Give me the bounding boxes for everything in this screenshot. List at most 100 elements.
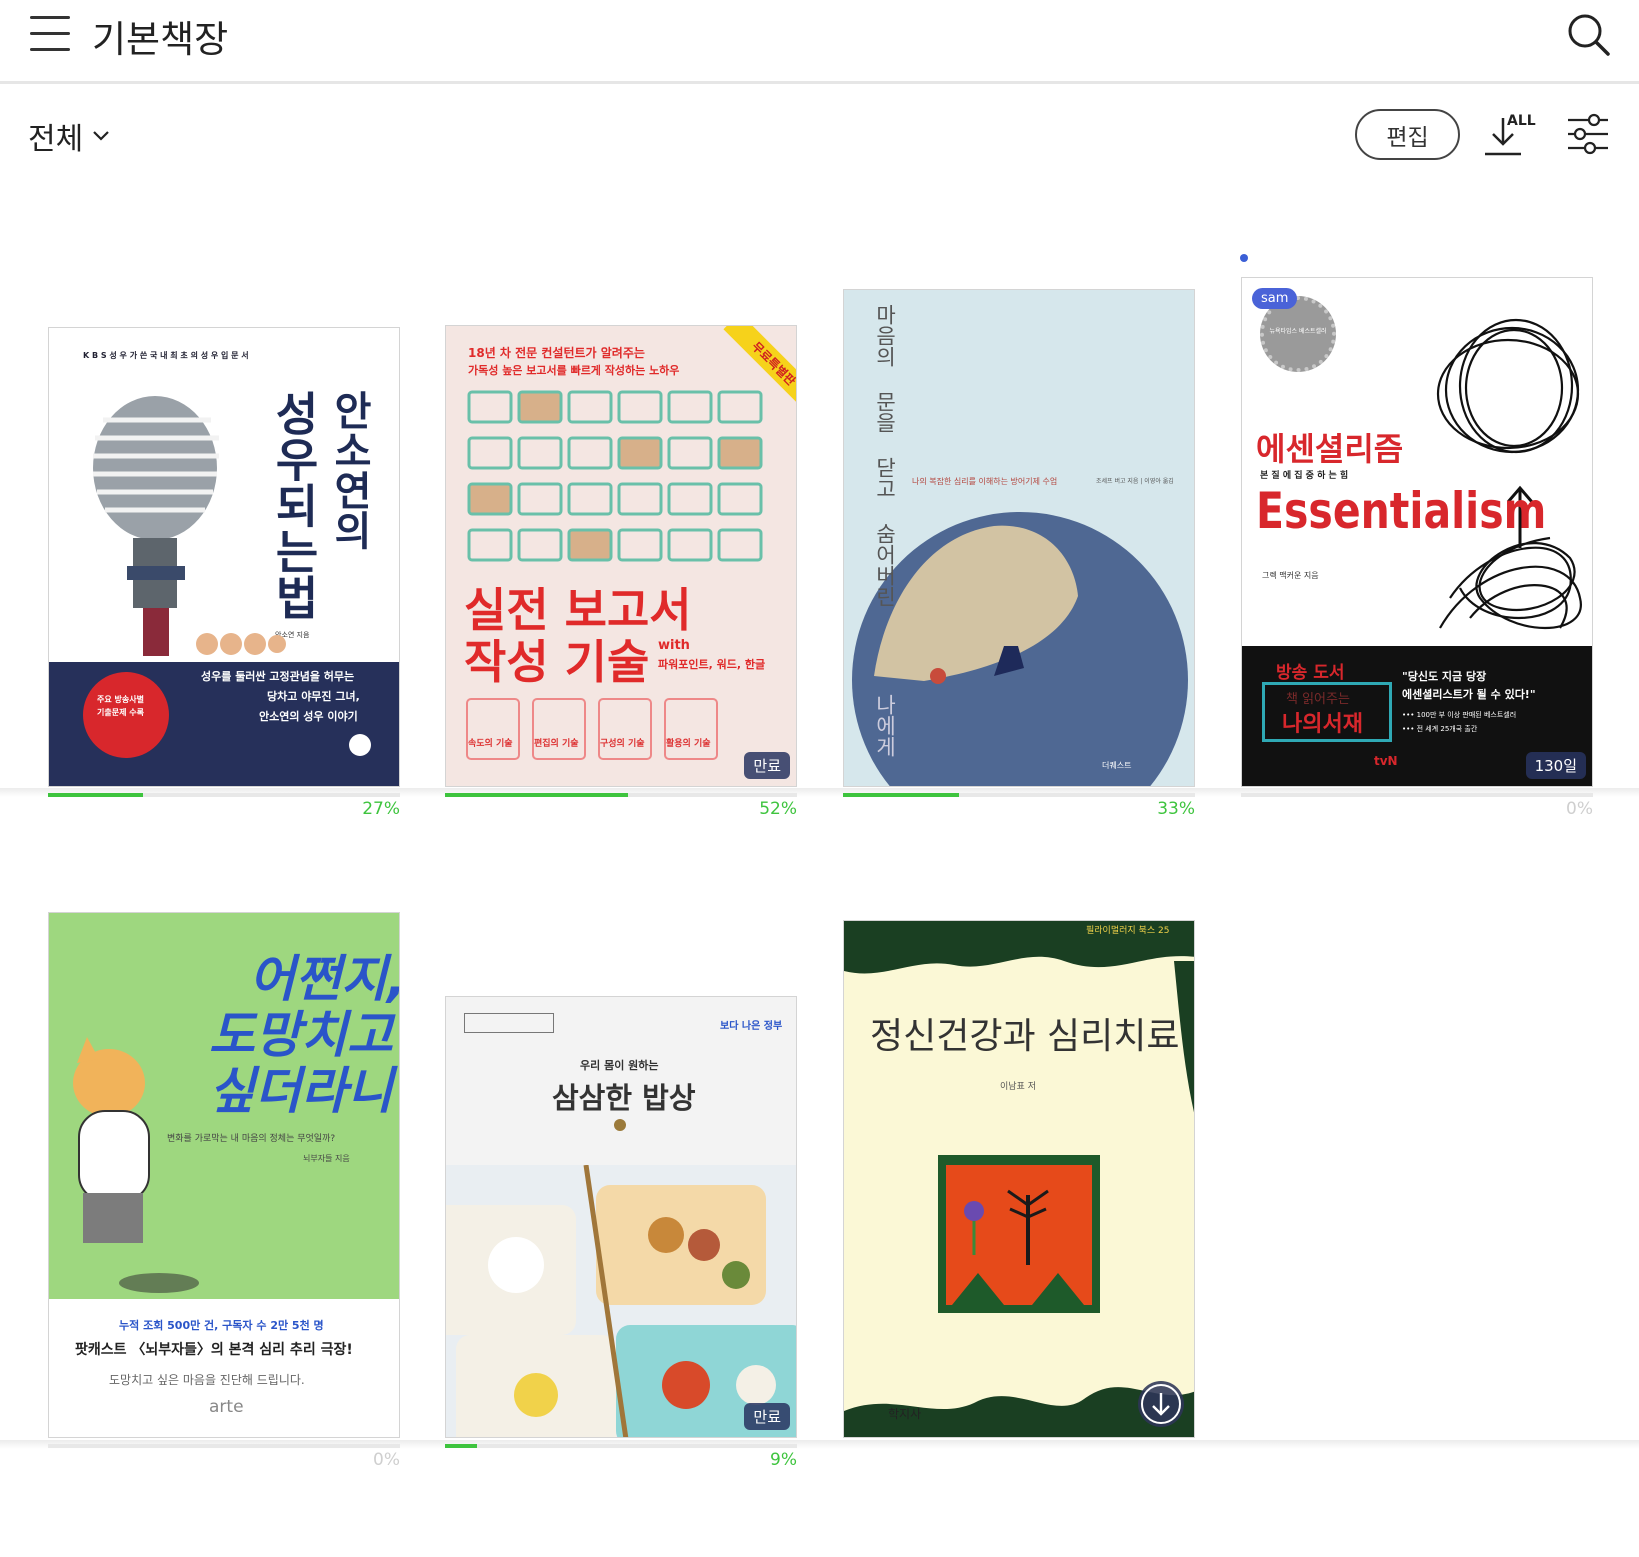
cover-chip <box>664 698 718 760</box>
cover-subtitle: 18년 차 전문 컨설턴트가 알려주는 <box>468 346 645 360</box>
cover-chip <box>532 698 586 760</box>
cover-main-title: 성우되는법 <box>267 390 321 620</box>
book-cover[interactable]: 뉴욕타임스 베스트셀러 sam 에센셜리즘 본 질 에 집 중 하 는 힘 Es… <box>1241 277 1593 787</box>
cover-with-sub: 파워포인트, 워드, 한글 <box>658 658 766 671</box>
cover-band-text: 안소연의 성우 이야기 <box>259 710 358 723</box>
cover-brand: 보다 나은 정부 <box>720 1021 783 1032</box>
reading-progress-bar <box>48 793 400 797</box>
reading-progress-bar <box>445 1444 797 1448</box>
cover-band-text: 성우를 둘러싼 고정관념을 허무는 <box>201 670 355 683</box>
book-cover[interactable]: 보다 나은 정부 우리 몸이 원하는 삼삼한 밥상 만료 <box>445 996 797 1438</box>
book-item[interactable]: 뉴욕타임스 베스트셀러 sam 에센셜리즘 본 질 에 집 중 하 는 힘 Es… <box>1241 277 1593 819</box>
filter-dropdown[interactable]: 전체 <box>28 114 111 158</box>
cover-barcode-box <box>464 1013 554 1033</box>
cover-tagline: 본 질 에 집 중 하 는 힘 <box>1260 471 1349 481</box>
app-header: 기본책장 <box>0 0 1639 84</box>
edit-button[interactable]: 편집 <box>1355 109 1460 160</box>
cover-author: 그렉 맥커운 지음 <box>1262 571 1319 580</box>
cover-subtitle: 변화를 가로막는 내 마음의 정체는 무엇일까? <box>167 1134 336 1144</box>
download-icon <box>1141 1384 1181 1424</box>
cover-title-en: Essentialism <box>1256 482 1547 540</box>
book-cover[interactable]: 18년 차 전문 컨설턴트가 알려주는 가독성 높은 보고서를 빠르게 작성하는… <box>445 325 797 787</box>
cover-publisher: arte <box>209 1397 244 1417</box>
reading-progress-fill <box>445 1444 477 1448</box>
download-all-button[interactable]: ALL <box>1483 110 1537 158</box>
cover-band-text: 방송 도서 <box>1276 663 1345 683</box>
chevron-down-icon <box>93 131 109 141</box>
filter-options-icon[interactable] <box>1566 112 1610 156</box>
cover-author: 뇌부자들 지음 <box>303 1154 350 1163</box>
book-item[interactable]: 18년 차 전문 컨설턴트가 알려주는 가독성 높은 보고서를 빠르게 작성하는… <box>445 325 797 819</box>
reading-progress-bar <box>445 793 797 797</box>
cover-band-text: ••• 100만 부 이상 판매된 베스트셀러 <box>1402 711 1517 719</box>
new-indicator-dot <box>1240 254 1248 262</box>
book-cover[interactable]: 필라이멀러지 북스 25 정신건강과 심리치료 이남표 저 학지사 <box>843 920 1195 1438</box>
reading-progress-fill <box>48 793 144 797</box>
cover-text: 도망치고 싶은 마음을 진단해 드립니다. <box>109 1373 305 1387</box>
download-button[interactable] <box>1138 1381 1184 1427</box>
cover-title-kr: 에센셜리즘 <box>1256 430 1404 468</box>
page-title: 기본책장 <box>92 18 229 61</box>
cover-author-title: 안소연의 <box>326 390 372 550</box>
meal-trays-illustration <box>446 1165 796 1437</box>
book-cover[interactable]: 어쩐지, 도망치고 싶더라니 변화를 가로막는 내 마음의 정체는 무엇일까? … <box>48 912 400 1438</box>
cover-with: with <box>658 638 690 653</box>
cover-subtitle: 나의 복잡한 심리를 이해하는 방어기제 수업 <box>912 477 1058 486</box>
cover-series: 필라이멀러지 북스 25 <box>1086 926 1170 936</box>
cover-band-text: 나의서재 <box>1282 712 1363 737</box>
reading-progress-label: 0% <box>373 1450 400 1470</box>
publisher-logo <box>349 734 371 756</box>
filter-label: 전체 <box>28 122 84 157</box>
cover-dot <box>614 1119 626 1131</box>
microphone-illustration <box>93 396 219 656</box>
cover-grid-illustration <box>467 390 763 562</box>
cover-title: 마음의 문을 닫고 숨어버린 <box>873 304 898 607</box>
cover-chip-label: 속도의 기술 <box>468 739 513 749</box>
reading-progress-fill <box>843 793 960 797</box>
expired-badge: 만료 <box>744 752 790 779</box>
cover-band-text: "당신도 지금 당장 <box>1402 670 1487 683</box>
cover-author: 조세프 버고 지음 | 이영아 옮김 <box>1096 478 1174 485</box>
cover-author: 이남표 저 <box>1000 1082 1036 1092</box>
book-cover[interactable]: K B S 성 우 가 쓴 국 내 최 초 의 성 우 입 문 서 안소연의 성… <box>48 327 400 787</box>
cover-chip-label: 구성의 기술 <box>600 739 645 749</box>
reading-progress-label: 33% <box>1157 799 1195 819</box>
hamburger-menu-icon[interactable] <box>30 16 70 51</box>
cover-title: 작성 기술 <box>464 635 650 689</box>
cover-text: 팟캐스트 〈뇌부자들〉의 본격 심리 추리 극장! <box>75 1342 353 1358</box>
book-cover[interactable]: 마음의 문을 닫고 숨어버린 나에게 나의 복잡한 심리를 이해하는 방어기제 … <box>843 289 1195 787</box>
cover-band-text: 에센셜리스트가 될 수 있다!" <box>1402 688 1536 701</box>
book-item[interactable]: 마음의 문을 닫고 숨어버린 나에게 나의 복잡한 심리를 이해하는 방어기제 … <box>843 289 1195 819</box>
expired-badge: 만료 <box>744 1403 790 1430</box>
download-all-label: ALL <box>1507 113 1536 129</box>
cover-publisher: 학지사 <box>888 1407 922 1421</box>
sam-badge: sam <box>1252 288 1298 309</box>
book-item[interactable]: 필라이멀러지 북스 25 정신건강과 심리치료 이남표 저 학지사 <box>843 920 1195 1440</box>
rental-days-badge: 130일 <box>1525 752 1586 779</box>
painting-illustration <box>938 1155 1100 1313</box>
scribble-illustration <box>1436 318 1582 630</box>
tvn-logo: tvN <box>1374 754 1398 768</box>
cover-subtitle: 가독성 높은 보고서를 빠르게 작성하는 노하우 <box>468 364 680 377</box>
book-item[interactable]: K B S 성 우 가 쓴 국 내 최 초 의 성 우 입 문 서 안소연의 성… <box>48 327 400 819</box>
people-illustration <box>196 633 286 655</box>
cover-circle-text: 주요 방송사별 <box>97 695 144 704</box>
cat-character-illustration <box>73 1037 199 1293</box>
reading-progress-label: 0% <box>1566 799 1593 819</box>
cloth-illustration <box>874 525 1078 684</box>
cover-chip <box>466 698 520 760</box>
reading-progress-label: 52% <box>759 799 797 819</box>
search-icon[interactable] <box>1566 12 1612 58</box>
reading-progress-bar <box>843 793 1195 797</box>
book-item[interactable]: 보다 나은 정부 우리 몸이 원하는 삼삼한 밥상 만료 9% <box>445 996 797 1470</box>
reading-progress-bar <box>48 1444 400 1448</box>
cover-band-text: ••• 전 세계 25개국 출간 <box>1402 725 1478 733</box>
cover-band-text: 당차고 야무진 그녀, <box>267 690 360 703</box>
cover-text: 누적 조회 500만 건, 구독자 수 2만 5천 명 <box>119 1319 324 1332</box>
cover-title: 싶더라니 <box>209 1062 393 1120</box>
cover-title: 나에게 <box>873 694 898 757</box>
reading-progress-fill <box>445 793 629 797</box>
cover-circle-text: 기출문제 수록 <box>97 708 144 717</box>
reading-progress-label: 27% <box>362 799 400 819</box>
book-item[interactable]: 어쩐지, 도망치고 싶더라니 변화를 가로막는 내 마음의 정체는 무엇일까? … <box>48 912 400 1470</box>
